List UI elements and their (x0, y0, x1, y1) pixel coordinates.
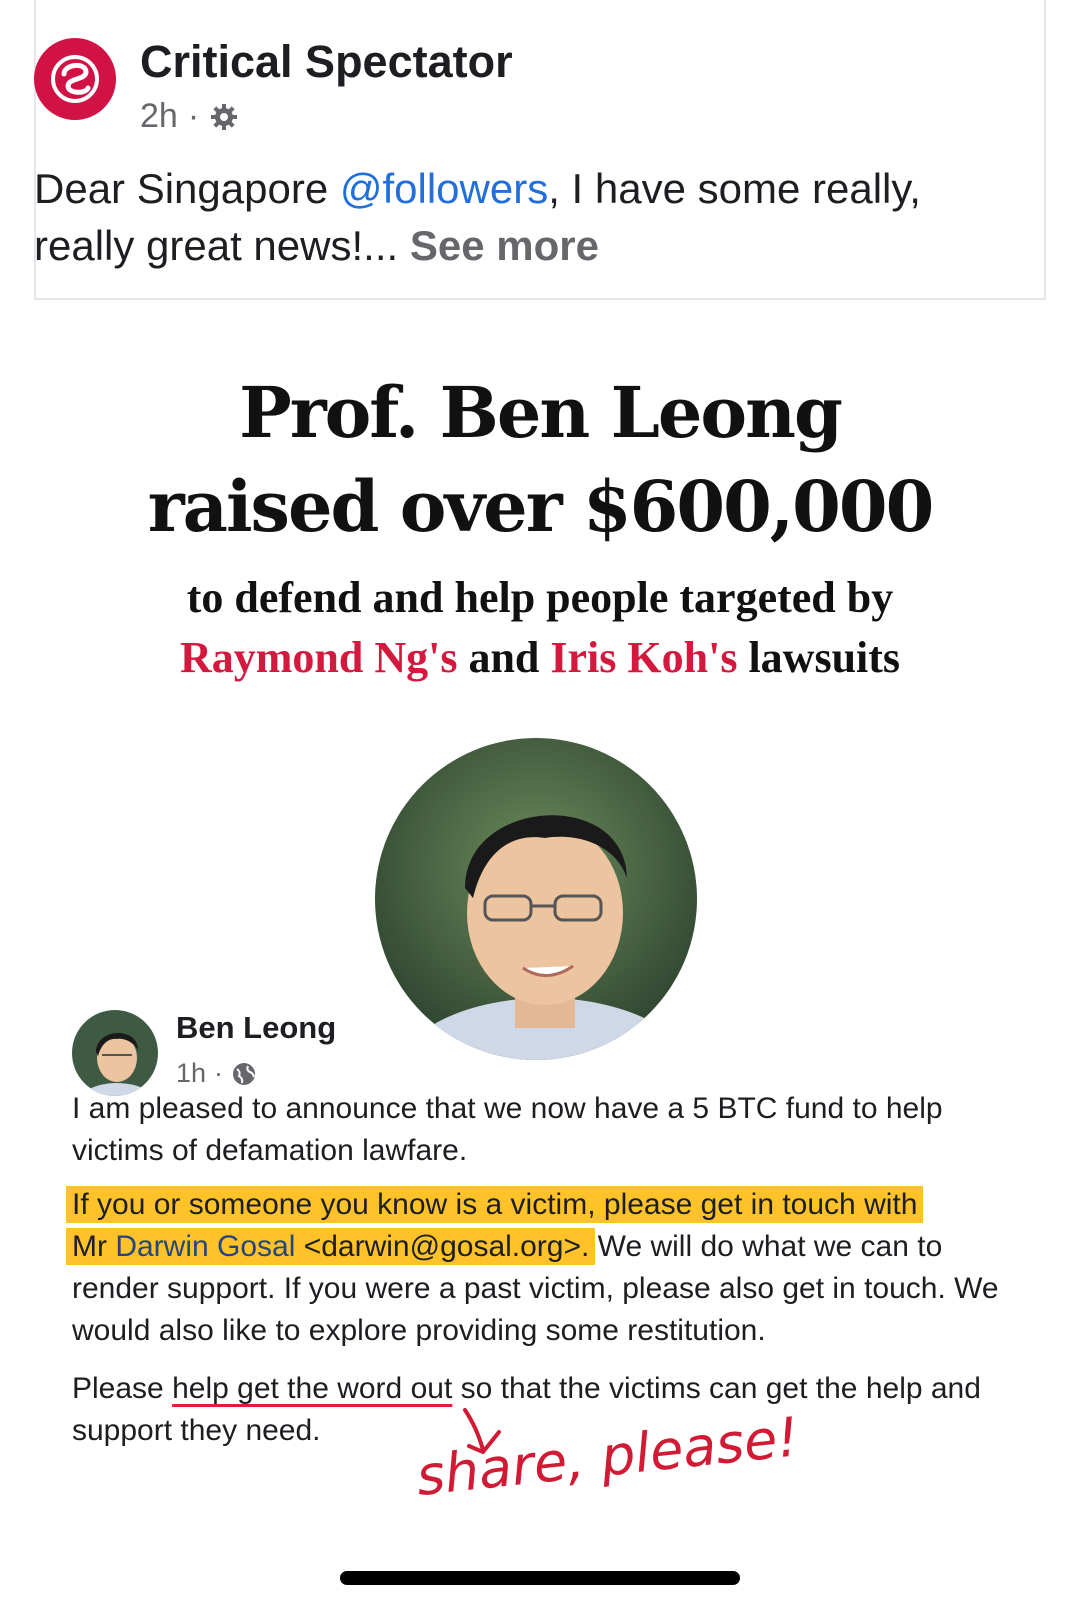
post-text: Dear Singapore @followers, I have some r… (34, 160, 994, 274)
mention-link[interactable]: @followers (340, 165, 548, 212)
post-meta: 2h · (140, 97, 239, 136)
author-avatar[interactable] (72, 1010, 158, 1096)
post-time[interactable]: 2h (140, 97, 178, 136)
embedded-post-time[interactable]: 1h (176, 1058, 206, 1089)
highlight-line-2: Mr Darwin Gosal <darwin@gosal.org>. (72, 1228, 590, 1265)
portrait-photo (375, 738, 697, 1060)
darwin-gosal-link[interactable]: Darwin Gosal (115, 1230, 295, 1263)
email-address: <darwin@gosal.org>. (295, 1230, 590, 1263)
author-meta: 1h · (176, 1058, 257, 1089)
post-text-start: Dear Singapore (34, 165, 340, 212)
subheadline-line-2: Raymond Ng's and Iris Koh's lawsuits (0, 628, 1080, 688)
globe-icon (233, 1062, 256, 1085)
embedded-paragraph-2: If you or someone you know is a victim, … (72, 1184, 1022, 1352)
embedded-paragraph-1: I am pleased to announce that we now hav… (72, 1092, 943, 1167)
embedded-meta-separator: · (214, 1058, 224, 1088)
portrait-illustration (375, 738, 697, 1060)
name-raymond-ng: Raymond Ng's (179, 633, 458, 682)
subheadline: to defend and help people targeted by Ra… (0, 568, 1080, 688)
subheadline-and: and (457, 633, 551, 682)
mr-prefix: Mr (72, 1230, 116, 1263)
see-more-link[interactable]: See more (410, 222, 599, 269)
gear-icon[interactable] (209, 102, 239, 132)
highlight-line-1: If you or someone you know is a victim, … (72, 1186, 918, 1223)
subheadline-end: lawsuits (737, 633, 901, 682)
headline-line-1: Prof. Ben Leong (239, 371, 843, 454)
author-avatar-illustration (72, 1010, 158, 1096)
serpent-logo-icon (51, 55, 99, 103)
page-avatar[interactable] (34, 38, 116, 120)
author-name[interactable]: Ben Leong (176, 1010, 336, 1046)
underlined-phrase: help get the word out (172, 1372, 453, 1405)
page-name[interactable]: Critical Spectator (140, 36, 513, 88)
paragraph-3-start: Please (72, 1372, 173, 1405)
headline: Prof. Ben Leong raised over $600,000 (0, 366, 1080, 554)
home-indicator[interactable] (340, 1571, 740, 1585)
subheadline-line-1: to defend and help people targeted by (186, 573, 894, 622)
name-iris-koh: Iris Koh's (550, 633, 738, 682)
meta-separator: · (187, 97, 200, 135)
headline-line-2: raised over $600,000 (147, 465, 935, 548)
